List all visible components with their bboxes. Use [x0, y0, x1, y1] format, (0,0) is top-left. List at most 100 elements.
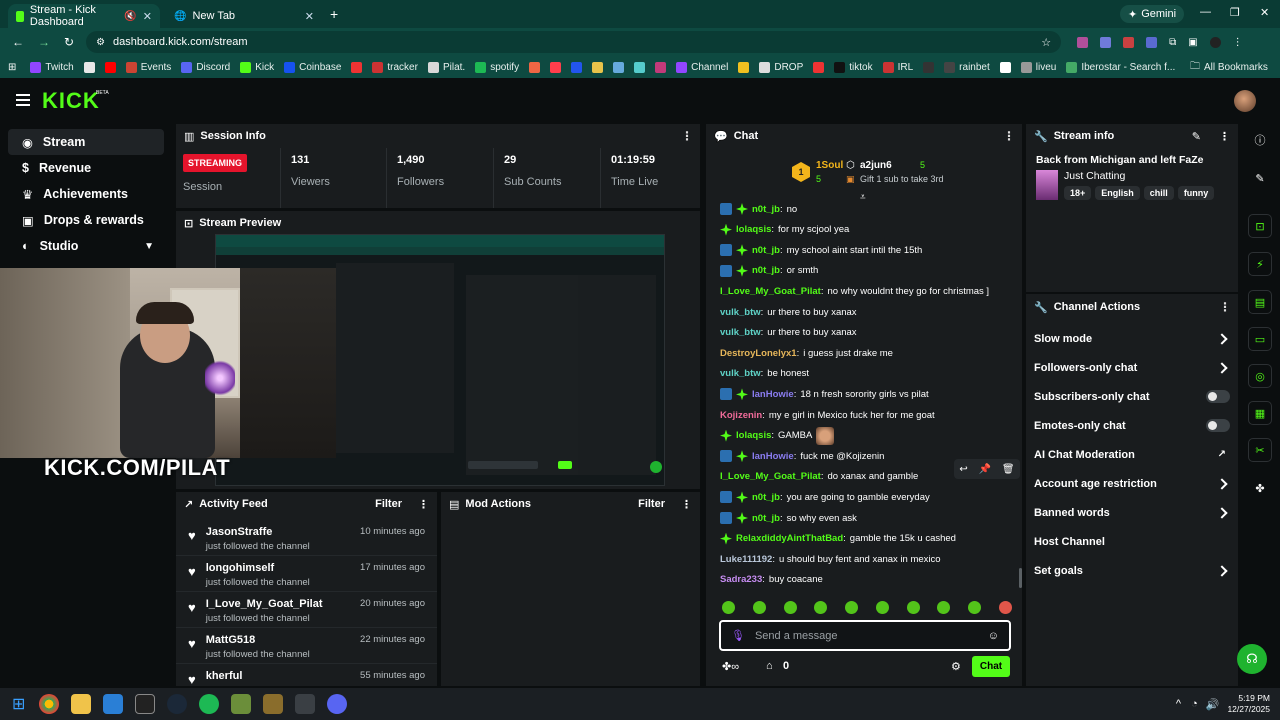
bookmark-item[interactable] — [83, 61, 95, 73]
emote-icon[interactable] — [814, 601, 828, 614]
store-icon[interactable]: ⌂ — [766, 660, 773, 672]
edit-icon[interactable]: ✎ — [1248, 166, 1272, 190]
channel-action-account-age-restriction[interactable]: Account age restriction — [1026, 469, 1238, 498]
emote-icon[interactable] — [998, 601, 1012, 614]
bookmark-item[interactable] — [634, 61, 646, 73]
stream-tag[interactable]: chill — [1143, 186, 1174, 200]
delete-icon[interactable]: 🗑 — [1002, 464, 1015, 475]
more-options-icon[interactable]: ⋮ — [1219, 130, 1230, 143]
chat-message[interactable]: DestroyLonelyx1: i guess just drake me — [720, 345, 893, 361]
emote-icon[interactable] — [845, 601, 859, 614]
all-bookmarks[interactable]: 🗀 All Bookmarks — [1190, 59, 1268, 76]
toggle-switch[interactable] — [1206, 419, 1230, 432]
windows-start-icon[interactable]: ⊞ — [12, 694, 25, 714]
chat-username[interactable]: vulk_btw — [720, 307, 761, 318]
chat-username[interactable]: I_Love_My_Goat_Pilat — [720, 286, 821, 297]
activity-username[interactable]: I_Love_My_Goat_Pilat — [206, 598, 323, 610]
bookmark-item[interactable]: Channel — [676, 61, 728, 73]
close-tab-icon[interactable]: ✕ — [305, 10, 314, 23]
minimize-icon[interactable]: — — [1200, 6, 1211, 18]
chat-settings-icon[interactable]: ⚙ — [951, 660, 961, 673]
channel-action-ai-chat-moderation[interactable]: AI Chat Moderation ↗ — [1026, 440, 1238, 469]
chat-message[interactable]: I_Love_My_Goat_Pilat: no why wouldnt they… — [720, 283, 989, 299]
chat-username[interactable]: I_Love_My_Goat_Pilat — [720, 471, 821, 482]
chat-message[interactable]: n0t_jb: so why even ask — [720, 510, 857, 526]
emoji-icon[interactable]: ☺ — [988, 630, 999, 642]
channel-action-host-channel[interactable]: Host Channel — [1026, 527, 1238, 556]
app-taskbar-icon[interactable] — [263, 694, 284, 714]
profile-avatar-icon[interactable] — [1209, 36, 1221, 48]
chat-username[interactable]: n0t_jb — [752, 492, 780, 503]
tab-new-tab[interactable]: 🌐 New Tab ✕ — [166, 4, 322, 28]
chat-username[interactable]: lolaqsis — [736, 430, 771, 441]
spotify-icon[interactable] — [199, 694, 220, 714]
send-chat-button[interactable]: Chat — [972, 656, 1010, 677]
restore-icon[interactable]: ❐ — [1230, 6, 1240, 19]
sidebar-item-stream[interactable]: ◉ Stream — [8, 129, 164, 155]
chat-scrollbar[interactable] — [1019, 568, 1022, 588]
gift-sub-prompt[interactable]: Gift 1 sub to take 3rd — [860, 174, 944, 184]
extension-icon[interactable] — [1100, 36, 1112, 48]
activity-filter-button[interactable]: Filter — [375, 498, 402, 510]
bookmark-item[interactable]: Iberostar - Search f... — [1066, 61, 1175, 73]
lightning-icon[interactable]: ⚡ — [1248, 252, 1272, 276]
reply-icon[interactable]: ↩ — [959, 464, 967, 475]
chat-username[interactable]: n0t_jb — [752, 245, 780, 256]
info-icon[interactable]: ⓘ — [1248, 128, 1272, 152]
bookmark-item[interactable] — [550, 61, 562, 73]
hamburger-menu-icon[interactable] — [16, 94, 30, 96]
bookmark-item[interactable]: Kick — [240, 61, 274, 73]
sidebar-item-drops[interactable]: ▣ Drops & rewards — [8, 207, 164, 233]
chat-username[interactable]: n0t_jb — [752, 265, 780, 276]
chat-message[interactable]: vulk_btw: be honest — [720, 366, 809, 382]
collapse-leaderboard-icon[interactable]: ⩡ — [860, 192, 866, 203]
chat-username[interactable]: Sadra233 — [720, 574, 762, 585]
bookmark-item[interactable] — [999, 61, 1011, 73]
chat-message[interactable]: n0t_jb: you are going to gamble everyday — [720, 489, 930, 505]
mod-filter-button[interactable]: Filter — [638, 498, 665, 510]
apps-grid-icon[interactable]: ⊞ — [8, 62, 16, 73]
gemini-button[interactable]: ✦ Gemini — [1120, 5, 1185, 23]
broadcast-icon[interactable]: ◎ — [1248, 364, 1272, 388]
bookmark-item[interactable]: tracker — [372, 61, 418, 73]
chat-message[interactable]: Kojizenin: my e girl in Mexico fuck her f… — [720, 407, 935, 423]
app-taskbar-icon[interactable] — [295, 694, 316, 714]
bookmark-item[interactable]: Events — [125, 61, 171, 73]
forward-icon[interactable]: → — [38, 35, 50, 49]
epic-games-icon[interactable] — [135, 694, 156, 714]
chat-username[interactable]: IanHowie — [752, 451, 794, 462]
chat-message[interactable]: RelaxdiddyAintThatBad: gamble the 15k u c… — [720, 531, 956, 547]
channel-action-slow-mode[interactable]: Slow mode — [1026, 324, 1238, 353]
emote-icon[interactable] — [937, 601, 951, 614]
chat-username[interactable]: lolaqsis — [736, 224, 771, 235]
reload-icon[interactable]: ↻ — [64, 35, 74, 49]
emote-icon[interactable] — [783, 601, 797, 614]
minecraft-icon[interactable] — [231, 694, 252, 714]
activity-username[interactable]: longohimself — [206, 562, 310, 574]
bookmark-item[interactable]: liveu — [1020, 61, 1056, 73]
stream-tag[interactable]: 18+ — [1064, 186, 1092, 200]
stream-tag[interactable]: funny — [1177, 186, 1215, 200]
file-explorer-icon[interactable] — [71, 694, 92, 714]
back-icon[interactable]: ← — [12, 35, 24, 49]
tab-kick-dashboard[interactable]: Stream - Kick Dashboard 🔇 ✕ — [8, 4, 160, 28]
activity-username[interactable]: JasonStraffe — [206, 526, 310, 538]
chat-message[interactable]: lolaqsis: GAMBA — [720, 426, 835, 445]
edit-pencil-icon[interactable]: ✎ — [1192, 130, 1201, 143]
chat-message[interactable]: I_Love_My_Goat_Pilat: do xanax and gamble — [720, 469, 918, 485]
taskbar-clock[interactable]: 5:19 PM 12/27/2025 — [1227, 693, 1270, 715]
chat-username[interactable]: n0t_jb — [752, 513, 780, 524]
bookmark-item[interactable]: rainbet — [944, 61, 990, 73]
chat-message[interactable]: n0t_jb: my school aint start intil the 15… — [720, 242, 922, 258]
sidebar-item-achievements[interactable]: ♛ Achievements — [8, 181, 164, 207]
channel-action-banned-words[interactable]: Banned words — [1026, 498, 1238, 527]
emote-icon[interactable] — [906, 601, 920, 614]
chat-username[interactable]: vulk_btw — [720, 327, 761, 338]
document-icon[interactable]: ▤ — [1248, 290, 1272, 314]
mute-tab-icon[interactable]: 🔇 — [124, 11, 136, 22]
chat-username[interactable]: RelaxdiddyAintThatBad — [736, 533, 843, 544]
chat-input[interactable]: 🎙 Send a message ☺ — [719, 620, 1011, 651]
chrome-taskbar-icon[interactable] — [39, 694, 60, 714]
chat-username[interactable]: vulk_btw — [720, 368, 761, 379]
tool-icon[interactable]: ✂ — [1248, 438, 1272, 462]
